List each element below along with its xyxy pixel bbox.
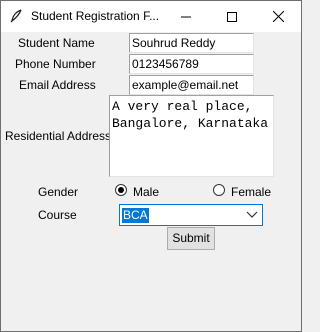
close-icon bbox=[272, 11, 284, 22]
course-selected-value: BCA bbox=[122, 208, 149, 223]
residential-address-textarea[interactable]: A very real place, Bangalore, Karnataka bbox=[109, 95, 274, 177]
email-address-label: Email Address bbox=[19, 78, 96, 92]
minimize-button[interactable] bbox=[163, 1, 209, 32]
course-combobox[interactable]: BCA bbox=[119, 204, 263, 226]
chevron-down-icon[interactable] bbox=[246, 210, 258, 220]
phone-number-input[interactable]: 0123456789 bbox=[129, 54, 254, 74]
gender-label: Gender bbox=[38, 185, 79, 199]
minimize-icon bbox=[181, 16, 191, 17]
window-title: Student Registration F... bbox=[31, 9, 160, 23]
close-button[interactable] bbox=[255, 1, 301, 32]
student-name-label: Student Name bbox=[18, 36, 95, 50]
maximize-button[interactable] bbox=[209, 1, 255, 32]
residential-address-label: Residential Address bbox=[5, 129, 112, 143]
registration-window: Student Registration F... Student Name S… bbox=[0, 0, 302, 332]
feather-icon bbox=[10, 9, 22, 23]
student-name-input[interactable]: Souhrud Reddy bbox=[129, 33, 254, 53]
maximize-icon bbox=[227, 11, 237, 22]
course-label: Course bbox=[38, 208, 77, 222]
title-bar[interactable]: Student Registration F... bbox=[1, 1, 301, 32]
submit-button[interactable]: Submit bbox=[167, 227, 215, 250]
gender-male-label[interactable]: Male bbox=[133, 185, 159, 199]
email-address-input[interactable]: example@email.net bbox=[129, 75, 254, 95]
gender-male-radio[interactable] bbox=[115, 184, 127, 196]
phone-number-label: Phone Number bbox=[15, 57, 96, 71]
gender-female-radio[interactable] bbox=[213, 184, 225, 196]
gender-female-label[interactable]: Female bbox=[231, 185, 271, 199]
